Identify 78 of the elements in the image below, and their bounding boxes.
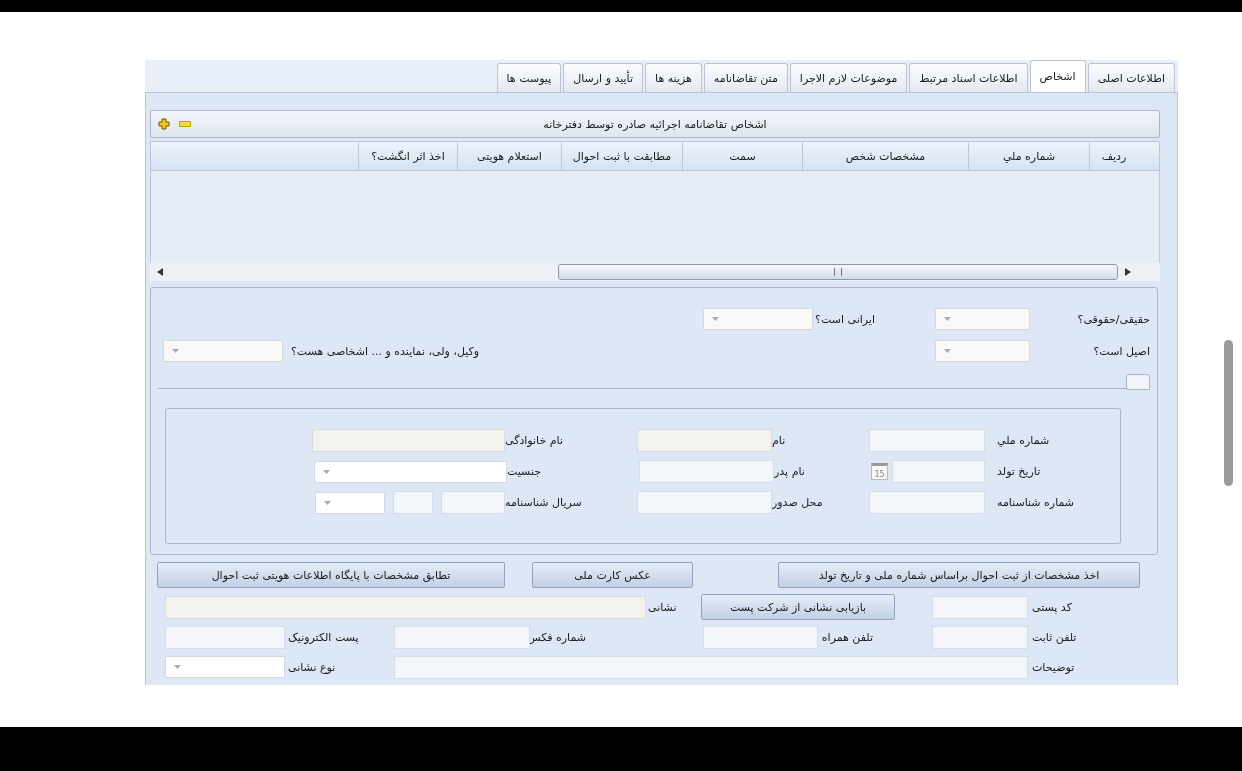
field-label: تاریخ تولد (996, 465, 1042, 478)
field-label: اصیل است؟ (1092, 344, 1150, 358)
column-header[interactable]: سمت (682, 142, 802, 170)
dropdown[interactable] (315, 491, 385, 514)
input-field[interactable] (312, 429, 505, 452)
address-lookup-button[interactable]: بازیابی نشانی از شرکت پست (701, 594, 895, 620)
column-header[interactable]: مطابقت با ثبت احوال (561, 142, 682, 170)
tab[interactable]: اطلاعات اسناد مرتبط (909, 63, 1028, 92)
dropdown[interactable] (935, 308, 1030, 330)
field-label: نام خانوادگی (505, 434, 564, 447)
field-label: شماره شناسنامه (996, 496, 1076, 509)
field-label: نوع نشانی (288, 660, 337, 674)
column-header[interactable]: شماره ملي (968, 142, 1089, 170)
field-label: سریال شناسنامه (505, 496, 583, 509)
input-field[interactable] (394, 625, 530, 649)
column-header[interactable]: اخذ اثر انگشت؟ (358, 142, 457, 170)
minus-icon[interactable] (179, 121, 191, 127)
tab[interactable]: متن تقاضانامه (703, 63, 788, 92)
dropdown[interactable] (165, 656, 285, 678)
input-field[interactable] (932, 625, 1028, 649)
caret-icon[interactable] (323, 469, 330, 474)
tab[interactable]: پیوست ها (496, 63, 562, 92)
field-label: ایرانی است؟ (814, 312, 875, 326)
field-label: محل صدور (772, 496, 824, 509)
column-header[interactable]: استعلام هویتی (457, 142, 561, 170)
horizontal-scrollbar[interactable] (150, 263, 1160, 281)
dropdown[interactable] (703, 308, 813, 330)
field-label: جنسیت (507, 465, 543, 478)
field-label: تلفن ثابت (1031, 630, 1078, 644)
calendar-icon[interactable]: 15 (871, 463, 888, 480)
tab[interactable]: اطلاعات اصلی (1087, 63, 1175, 92)
grid-title: اشخاص تقاضانامه اجرائیه صادره توسط دفترخانه (543, 117, 767, 131)
input-field[interactable] (932, 595, 1028, 619)
input-field[interactable] (703, 625, 818, 649)
tab[interactable]: موضوعات لازم الاجرا (789, 63, 908, 92)
field-label: توضیحات (1031, 660, 1076, 674)
scroll-right-icon[interactable] (1125, 268, 1131, 276)
input-field[interactable] (393, 491, 433, 514)
tab[interactable]: تأیید و ارسال (563, 63, 644, 92)
scroll-left-icon[interactable] (157, 268, 163, 276)
input-field[interactable] (869, 491, 985, 514)
column-header[interactable]: ردیف (1089, 142, 1138, 170)
dropdown[interactable] (163, 340, 283, 362)
tab[interactable]: اشخاص (1029, 60, 1086, 92)
id-card-photo-button[interactable]: عکس کارت ملی (532, 562, 693, 588)
field-label: پست الکترونیک (288, 630, 360, 644)
column-header[interactable]: مشخصات شخص (802, 142, 968, 170)
caret-icon[interactable] (944, 317, 951, 321)
input-field[interactable] (639, 460, 774, 483)
dropdown[interactable] (935, 340, 1030, 362)
fetch-registry-button[interactable]: اخذ مشخصات از ثبت احوال براساس شماره ملی و تاریخ تولد (778, 562, 1140, 588)
date-field[interactable] (892, 460, 985, 483)
vertical-scrollbar[interactable] (1224, 340, 1233, 486)
input-field[interactable] (165, 625, 285, 649)
caret-icon[interactable] (324, 500, 331, 505)
field-label: وکیل، ولی، نماینده و ... اشخاصی هست؟ (291, 344, 481, 358)
field-label: تلفن همراه (823, 630, 873, 644)
field-label: نشانی (648, 600, 678, 614)
input-field[interactable] (869, 429, 985, 452)
field-label: نام (772, 434, 787, 447)
input-field[interactable] (441, 491, 505, 514)
input-field[interactable] (637, 429, 772, 452)
input-field[interactable] (394, 655, 1028, 679)
caret-icon[interactable] (944, 349, 951, 353)
collapse-toggle[interactable] (1126, 374, 1150, 390)
dropdown[interactable] (314, 460, 507, 483)
input-field[interactable] (637, 491, 772, 514)
field-label: نام پدر (774, 465, 806, 478)
caret-icon[interactable] (174, 665, 181, 669)
caret-icon[interactable] (712, 317, 719, 321)
field-label: کد پستی (1031, 600, 1073, 614)
match-identity-button[interactable]: تطابق مشخصات با پایگاه اطلاعات هویتی ثبت احوال (157, 562, 505, 588)
field-label: شماره ملي (996, 434, 1051, 447)
caret-icon[interactable] (172, 349, 179, 353)
input-field[interactable] (165, 595, 646, 619)
add-icon[interactable] (158, 118, 170, 130)
field-label: حقیقی/حقوقی؟ (1076, 312, 1150, 326)
tab[interactable]: هزینه ها (645, 63, 702, 92)
